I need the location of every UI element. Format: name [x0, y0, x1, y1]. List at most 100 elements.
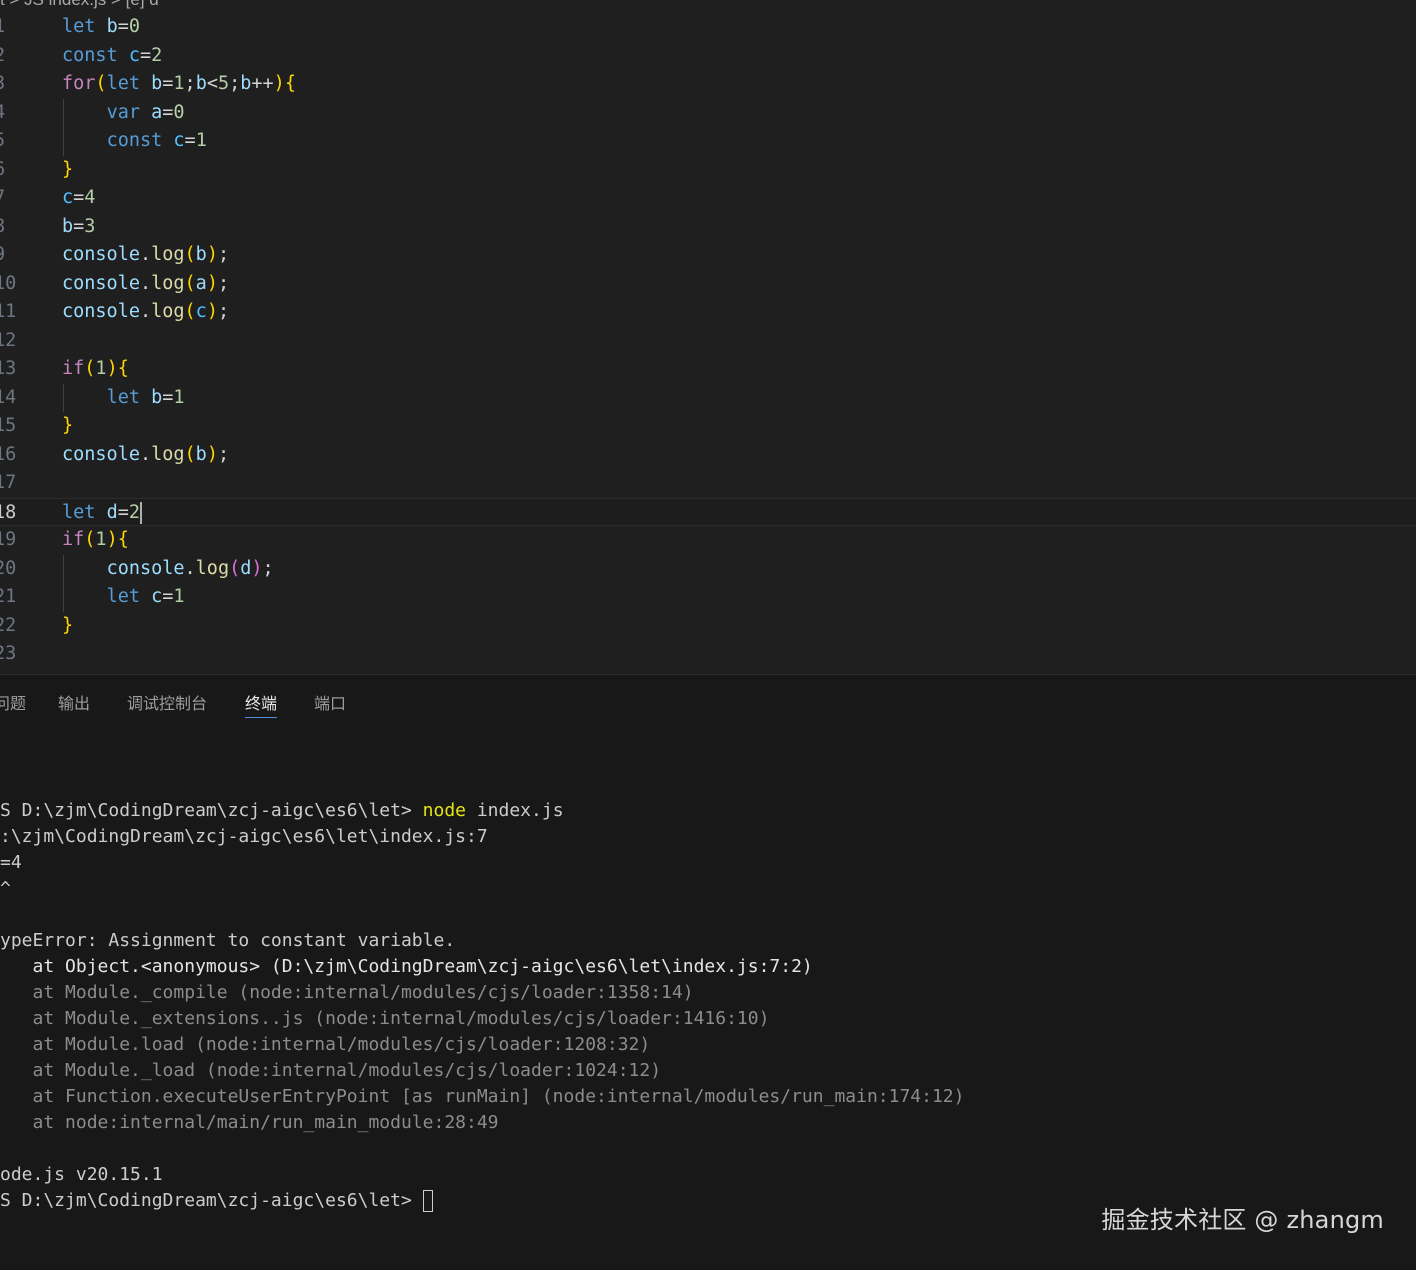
code-line[interactable]: 1 let b=0: [0, 13, 1416, 42]
code-line[interactable]: 20 console.log(d);: [0, 555, 1416, 584]
code-token: (: [84, 358, 96, 379]
code-token: }: [62, 158, 74, 180]
terminal-output-line: at Module.load (node:internal/modules/cj…: [0, 1034, 651, 1055]
code-line[interactable]: 8 b=3: [0, 213, 1416, 242]
line-number: 8: [0, 213, 30, 242]
code-line[interactable]: 15}: [0, 412, 1416, 441]
prompt-path: S D:\zjm\CodingDream\zcj-aigc\es6\let>: [0, 800, 423, 821]
line-number: 21: [0, 586, 17, 607]
code-token: ;: [217, 301, 230, 322]
code-token: 0: [128, 16, 140, 37]
code-token: ): [106, 358, 118, 379]
panel-tab[interactable]: 终端: [245, 690, 278, 718]
code-token: ;: [229, 73, 241, 94]
line-number: 22: [0, 614, 17, 636]
code-line[interactable]: 19 if(1){: [0, 526, 1416, 555]
code-line[interactable]: 7 c=4: [0, 184, 1416, 213]
code-token: ++: [251, 73, 274, 94]
code-token: log: [195, 557, 230, 579]
code-line[interactable]: 17: [0, 469, 1416, 498]
code-line[interactable]: 13 if(1){: [0, 355, 1416, 384]
terminal-output-line: at Module._extensions..js (node:internal…: [0, 1008, 770, 1029]
code-token: let: [62, 501, 96, 523]
code-text: console.log(b);: [62, 241, 229, 270]
prompt-command: node: [422, 800, 466, 821]
code-token: }: [62, 415, 74, 436]
code-token: ): [251, 557, 263, 579]
code-token: ;: [217, 272, 230, 294]
line-number: 5: [0, 127, 30, 156]
code-token: {: [117, 358, 129, 379]
code-token: let: [106, 586, 140, 607]
terminal-output-line: at Module._compile (node:internal/module…: [0, 982, 694, 1003]
panel-tab[interactable]: 端口: [314, 690, 346, 714]
prompt-command-args: index.js: [466, 800, 564, 821]
code-token: .: [184, 557, 196, 579]
terminal-cursor: [422, 1190, 433, 1212]
code-token: .: [139, 443, 152, 465]
code-token: (: [184, 301, 196, 322]
panel-tab[interactable]: 调试控制台: [127, 690, 207, 714]
code-text: }: [62, 412, 73, 441]
code-line[interactable]: 22}: [0, 612, 1416, 641]
breadcrumb[interactable]: t > JS index.js > [e] d: [0, 0, 159, 9]
code-line[interactable]: 5 const c=1: [0, 127, 1416, 156]
code-token: b: [62, 215, 74, 237]
code-token: const: [62, 44, 118, 66]
code-token: console: [62, 301, 140, 322]
code-line[interactable]: 10 console.log(a);: [0, 270, 1416, 299]
line-number: 3: [0, 70, 30, 99]
code-editor[interactable]: t > JS index.js > [e] d 1let b=02const c…: [0, 0, 1416, 674]
code-line[interactable]: 14 let b=1: [0, 384, 1416, 413]
code-token: if: [62, 358, 85, 379]
code-line[interactable]: 23: [0, 640, 1416, 669]
code-token: b: [195, 443, 207, 465]
line-number: 4: [0, 99, 30, 128]
code-token: b: [240, 73, 252, 94]
code-token: c: [173, 130, 185, 151]
code-line[interactable]: 4 var a=0: [0, 99, 1416, 128]
terminal-output-line: =4: [0, 852, 22, 873]
panel-tab[interactable]: 输出: [58, 690, 90, 714]
code-token: 2: [151, 44, 163, 66]
code-token: c: [128, 44, 140, 66]
code-line[interactable]: 6}: [0, 156, 1416, 185]
line-number: 9: [0, 241, 30, 270]
code-token: const: [106, 130, 163, 151]
code-text: c=4: [62, 184, 95, 213]
code-line[interactable]: 16 console.log(b);: [0, 441, 1416, 470]
code-token: ): [206, 301, 218, 322]
code-token: =: [162, 586, 174, 607]
code-line[interactable]: 2const c=2: [0, 42, 1416, 71]
code-line[interactable]: 18 let d=2: [0, 497, 1416, 526]
code-token: }: [62, 614, 74, 636]
code-token: log: [151, 301, 185, 322]
code-token: 1: [195, 130, 207, 151]
code-line[interactable]: 12: [0, 327, 1416, 356]
panel-tab[interactable]: 问题: [0, 690, 26, 714]
code-token: 3: [84, 215, 96, 237]
code-token: (: [184, 244, 196, 265]
terminal-output-line: ypeError: Assignment to constant variabl…: [0, 930, 456, 951]
code-token: console: [62, 272, 140, 294]
code-token: =: [162, 101, 174, 123]
line-number: 11: [0, 301, 17, 322]
code-line[interactable]: 21 let c=1: [0, 583, 1416, 612]
line-number: 14: [0, 386, 17, 408]
code-line[interactable]: 3for(let b=1;b<5;b++){: [0, 70, 1416, 99]
code-text: console.log(b);: [62, 441, 229, 470]
code-token: c: [62, 187, 74, 208]
code-line[interactable]: 11 console.log(c);: [0, 298, 1416, 327]
text-cursor: [139, 501, 142, 524]
code-token: b: [151, 386, 163, 408]
code-token: b: [106, 16, 118, 37]
code-line[interactable]: 9 console.log(b);: [0, 241, 1416, 270]
line-number: 7: [0, 184, 30, 213]
code-token: =: [73, 215, 85, 237]
terminal-output-line: :\zjm\CodingDream\zcj-aigc\es6\let\index…: [0, 826, 488, 847]
code-token: 4: [84, 187, 96, 208]
